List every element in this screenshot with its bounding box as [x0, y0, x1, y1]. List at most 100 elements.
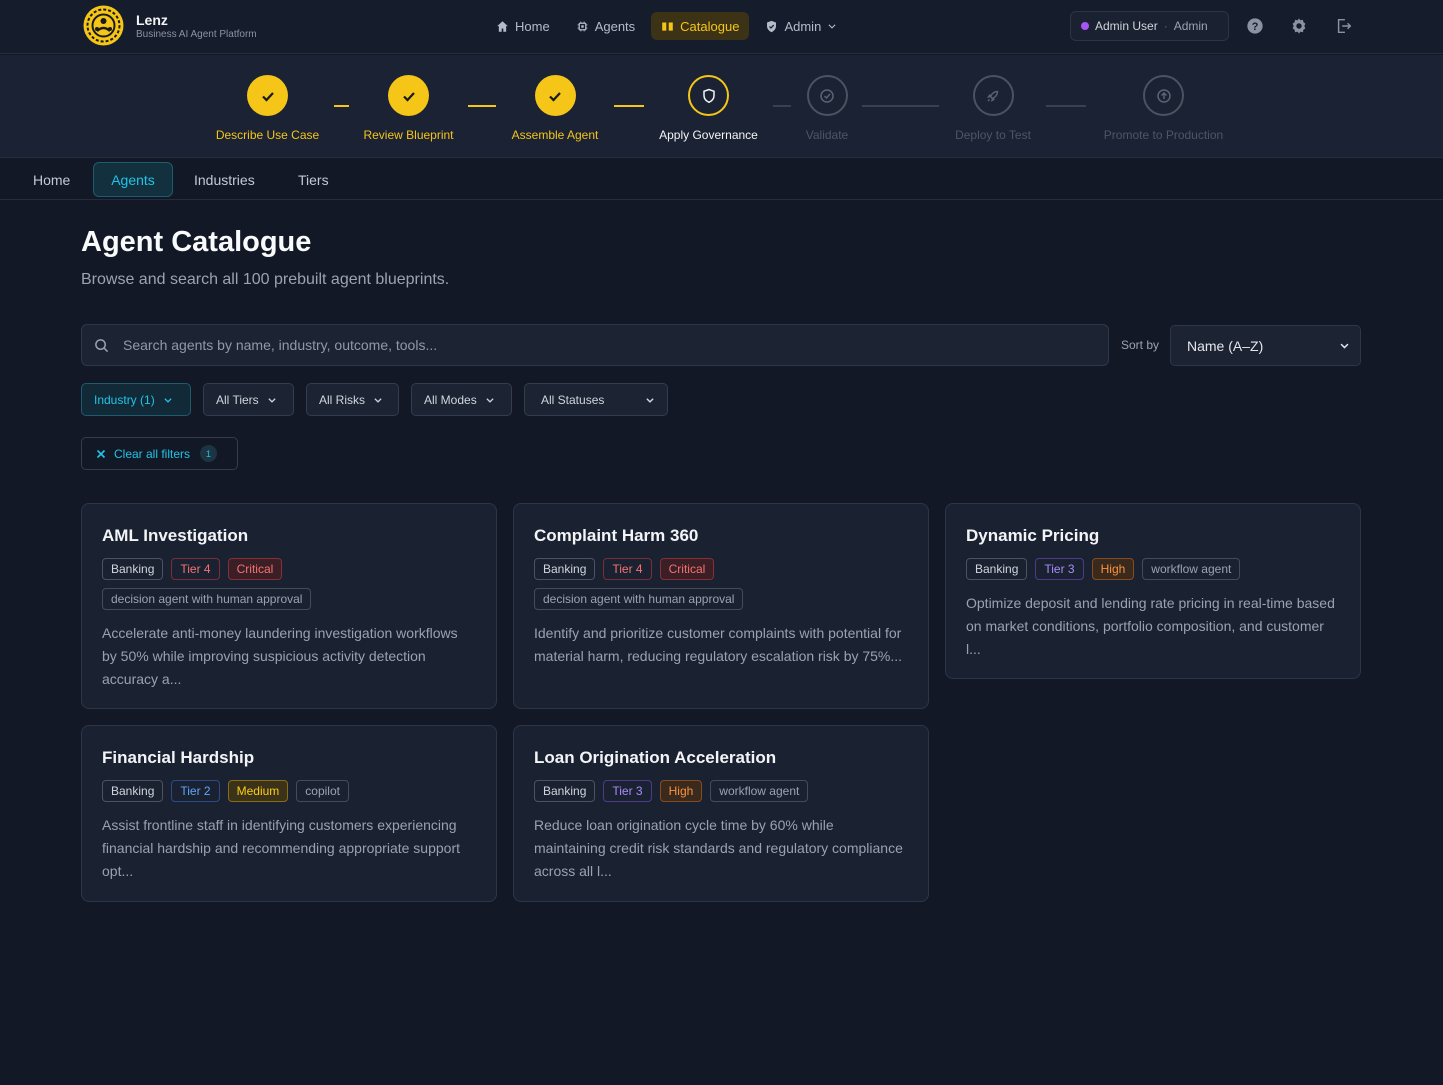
- sort-value: Name (A–Z): [1187, 337, 1264, 354]
- step-connector: [614, 105, 644, 107]
- agent-card-title: Financial Hardship: [102, 748, 255, 767]
- step-connector: [862, 105, 939, 107]
- help-icon[interactable]: ?: [1245, 16, 1265, 36]
- agent-card[interactable]: Dynamic Pricing Banking Tier 3 High work…: [945, 503, 1361, 679]
- step-label: Validate: [805, 128, 849, 142]
- mode-tag: workflow agent: [710, 780, 809, 802]
- tab-tiers[interactable]: Tiers: [282, 162, 345, 197]
- gear-icon[interactable]: [1289, 16, 1309, 36]
- industry-tag: Banking: [966, 558, 1028, 580]
- search-box: [81, 324, 1109, 366]
- check-icon: [247, 75, 288, 116]
- tab-industries[interactable]: Industries: [178, 162, 271, 197]
- tier-filter[interactable]: All Tiers: [203, 383, 294, 416]
- search-icon: [95, 338, 109, 352]
- rocket-icon: [972, 75, 1014, 116]
- catalogue-tabs: Home Agents Industries Tiers: [0, 159, 1443, 200]
- risk-tag: Critical: [659, 558, 715, 580]
- sort-select[interactable]: Name (A–Z): [1170, 325, 1361, 366]
- top-navbar: Lenz Business AI Agent Platform Home Age…: [0, 0, 1443, 54]
- user-role: Admin: [1173, 19, 1208, 33]
- mode-filter-label: All Modes: [424, 392, 477, 407]
- agent-card-description: Identify and prioritize customer complai…: [534, 625, 903, 664]
- step-describe-use-case[interactable]: Describe Use Case: [213, 75, 322, 142]
- tier-filter-label: All Tiers: [216, 392, 259, 407]
- nav-home-label: Home: [515, 18, 550, 34]
- chevron-down-icon: [486, 397, 494, 403]
- user-status-dot: [1081, 22, 1089, 30]
- agent-card[interactable]: Loan Origination Acceleration Banking Ti…: [513, 725, 929, 902]
- logout-icon[interactable]: [1334, 16, 1354, 36]
- chevron-down-icon: [164, 397, 172, 403]
- agent-card-description: Assist frontline staff in identifying cu…: [102, 817, 460, 879]
- chevron-down-icon: [1340, 343, 1349, 349]
- mode-tag: decision agent with human approval: [102, 588, 312, 610]
- user-menu[interactable]: Admin User · Admin: [1070, 11, 1229, 41]
- risk-filter[interactable]: All Risks: [306, 383, 399, 416]
- industry-tag: Banking: [534, 780, 596, 802]
- nav-catalogue-label: Catalogue: [680, 18, 740, 34]
- user-separator: ·: [1163, 19, 1168, 33]
- app-subtitle: Business AI Agent Platform: [136, 29, 257, 40]
- tier-tag: Tier 4: [171, 558, 220, 580]
- step-review-blueprint[interactable]: Review Blueprint: [356, 75, 461, 142]
- close-icon: [96, 449, 106, 458]
- tab-agents[interactable]: Agents: [93, 162, 173, 197]
- shield-icon: [688, 75, 729, 116]
- tier-tag: Tier 4: [603, 558, 652, 580]
- step-assemble-agent[interactable]: Assemble Agent: [505, 75, 605, 142]
- industry-filter[interactable]: Industry (1): [81, 383, 191, 416]
- nav-admin[interactable]: Admin: [755, 12, 847, 40]
- agent-card[interactable]: Complaint Harm 360 Banking Tier 4 Critic…: [513, 503, 929, 709]
- agent-card[interactable]: AML Investigation Banking Tier 4 Critica…: [81, 503, 497, 709]
- step-promote-to-production[interactable]: Promote to Production: [1097, 75, 1230, 142]
- clear-filters-label: Clear all filters: [114, 446, 191, 461]
- mode-tag: decision agent with human approval: [534, 588, 744, 610]
- svg-text:?: ?: [1252, 21, 1259, 33]
- industry-filter-label: Industry (1): [94, 392, 155, 407]
- agent-card-description: Reduce loan origination cycle time by 60…: [534, 817, 903, 879]
- main-nav: Home Agents Catalogue Admin: [486, 12, 847, 40]
- agent-card-description: Accelerate anti-money laundering investi…: [102, 625, 458, 687]
- workflow-stepper: Describe Use Case Review Blueprint Assem…: [0, 55, 1443, 158]
- nav-catalogue[interactable]: Catalogue: [651, 12, 750, 40]
- step-apply-governance[interactable]: Apply Governance: [653, 75, 764, 142]
- nav-agents[interactable]: Agents: [566, 12, 645, 40]
- risk-tag: Medium: [227, 780, 289, 802]
- agent-card-title: AML Investigation: [102, 526, 249, 545]
- agent-card-tags: Banking Tier 2 Medium copilot: [102, 780, 476, 802]
- home-icon: [497, 20, 508, 32]
- step-deploy-to-test[interactable]: Deploy to Test: [949, 75, 1037, 142]
- step-label: Assemble Agent: [511, 128, 599, 142]
- risk-tag: Critical: [227, 558, 283, 580]
- step-label: Describe Use Case: [215, 128, 320, 142]
- nav-home[interactable]: Home: [486, 12, 560, 40]
- risk-tag: High: [659, 780, 703, 802]
- agent-card-tags: Banking Tier 3 High workflow agent: [966, 558, 1340, 580]
- step-label: Deploy to Test: [955, 128, 1031, 142]
- agent-card-title: Dynamic Pricing: [966, 526, 1100, 545]
- book-icon: [662, 21, 673, 31]
- chip-icon: [577, 21, 588, 31]
- shield-icon: [767, 20, 777, 32]
- page-title: Agent Catalogue: [81, 226, 312, 258]
- tab-home[interactable]: Home: [17, 162, 86, 197]
- risk-tag: High: [1091, 558, 1135, 580]
- lenz-logo-icon[interactable]: [81, 3, 126, 48]
- tier-tag: Tier 3: [1035, 558, 1084, 580]
- search-input[interactable]: [123, 337, 1023, 353]
- chevron-down-icon: [646, 397, 654, 403]
- agent-card-title: Loan Origination Acceleration: [534, 748, 777, 767]
- agent-card-tags: Banking Tier 4 Critical decision agent w…: [534, 558, 908, 610]
- check-circle-icon: [806, 75, 848, 116]
- agent-card[interactable]: Financial Hardship Banking Tier 2 Medium…: [81, 725, 497, 902]
- chevron-down-icon: [828, 24, 836, 29]
- step-connector: [334, 105, 349, 107]
- mode-filter[interactable]: All Modes: [411, 383, 512, 416]
- step-validate[interactable]: Validate: [801, 75, 853, 142]
- clear-filters-button[interactable]: Clear all filters 1: [81, 437, 238, 470]
- mode-tag: copilot: [296, 780, 349, 802]
- app-name: Lenz: [136, 12, 168, 28]
- step-label: Review Blueprint: [363, 128, 454, 142]
- status-filter[interactable]: All Statuses: [524, 383, 668, 416]
